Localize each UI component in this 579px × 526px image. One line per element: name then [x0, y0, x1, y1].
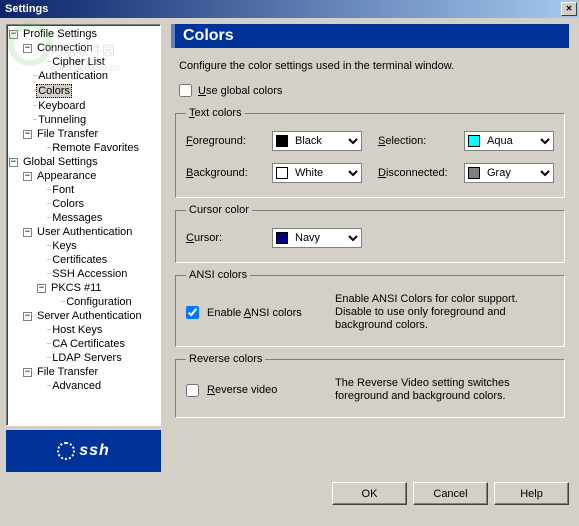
enable-ansi-checkbox[interactable] — [186, 306, 199, 319]
selection-select[interactable]: Aqua — [464, 131, 554, 151]
disconnected-select[interactable]: Gray — [464, 163, 554, 183]
background-label: Background: — [186, 167, 264, 179]
reverse-video-checkbox[interactable] — [186, 384, 199, 397]
collapse-icon[interactable]: − — [23, 312, 32, 321]
collapse-icon[interactable]: − — [23, 130, 32, 139]
tree-profile-settings[interactable]: Profile Settings — [21, 28, 99, 40]
logo-ring-icon — [57, 442, 75, 460]
tree-pkcs11[interactable]: PKCS #11 — [49, 282, 104, 294]
text-colors-group: Text colors Foreground: Black Selection:… — [175, 107, 565, 198]
enable-ansi-label[interactable]: Enable ANSI colors — [207, 307, 327, 319]
tree-file-transfer-global[interactable]: File Transfer — [35, 366, 100, 378]
cancel-button[interactable]: Cancel — [413, 482, 488, 505]
tree-host-keys[interactable]: Host Keys — [50, 324, 104, 336]
tree-ssh-accession[interactable]: SSH Accession — [50, 268, 129, 280]
reverse-hint: The Reverse Video setting switches foreg… — [335, 377, 554, 403]
tree-remote-favorites[interactable]: Remote Favorites — [50, 142, 141, 154]
button-bar: OK Cancel Help — [0, 478, 579, 505]
tree-keyboard[interactable]: Keyboard — [36, 100, 87, 112]
ansi-colors-legend: ANSI colors — [186, 269, 250, 281]
tree-file-transfer[interactable]: File Transfer — [35, 128, 100, 140]
close-button[interactable]: ✕ — [561, 2, 577, 16]
reverse-video-label[interactable]: Reverse video — [207, 384, 327, 396]
window-title: Settings — [2, 3, 561, 15]
tree-keys[interactable]: Keys — [50, 240, 78, 252]
text-colors-legend: Text colors — [186, 107, 245, 119]
tree-user-auth[interactable]: User Authentication — [35, 226, 134, 238]
ok-button[interactable]: OK — [332, 482, 407, 505]
selection-label: Selection: — [378, 135, 456, 147]
collapse-icon[interactable]: − — [37, 284, 46, 293]
collapse-icon[interactable]: − — [23, 44, 32, 53]
reverse-colors-group: Reverse colors Reverse video The Reverse… — [175, 353, 565, 418]
tree-ldap-servers[interactable]: LDAP Servers — [50, 352, 124, 364]
collapse-icon[interactable]: − — [23, 368, 32, 377]
tree-colors[interactable]: Colors — [36, 84, 72, 98]
foreground-label: Foreground: — [186, 135, 264, 147]
ansi-hint: Enable ANSI Colors for color support. Di… — [335, 293, 554, 332]
page-title: Colors — [171, 24, 569, 48]
help-button[interactable]: Help — [494, 482, 569, 505]
tree-font[interactable]: Font — [50, 184, 76, 196]
tree-appearance[interactable]: Appearance — [35, 170, 98, 182]
collapse-icon[interactable]: − — [9, 158, 18, 167]
tree-cipher-list[interactable]: Cipher List — [50, 56, 107, 68]
tree-tunneling[interactable]: Tunneling — [36, 114, 88, 126]
tree-global-settings[interactable]: Global Settings — [21, 156, 100, 168]
cursor-select[interactable]: Navy — [272, 228, 362, 248]
collapse-icon[interactable]: − — [23, 228, 32, 237]
tree-ca-certificates[interactable]: CA Certificates — [50, 338, 127, 350]
ansi-colors-group: ANSI colors Enable ANSI colors Enable AN… — [175, 269, 565, 347]
tree-messages[interactable]: Messages — [50, 212, 104, 224]
tree-connection[interactable]: Connection — [35, 42, 95, 54]
cursor-label: Cursor: — [186, 232, 264, 244]
tree-server-auth[interactable]: Server Authentication — [35, 310, 144, 322]
tree-configuration[interactable]: Configuration — [64, 296, 133, 308]
collapse-icon[interactable]: − — [9, 30, 18, 39]
settings-tree[interactable]: −Profile Settings −Connection ┈Cipher Li… — [6, 24, 161, 426]
tree-colors-global[interactable]: Colors — [50, 198, 86, 210]
cursor-color-legend: Cursor color — [186, 204, 252, 216]
page-description: Configure the color settings used in the… — [171, 56, 569, 80]
tree-authentication[interactable]: Authentication — [36, 70, 110, 82]
use-global-colors-checkbox[interactable] — [179, 84, 192, 97]
background-select[interactable]: White — [272, 163, 362, 183]
titlebar: Settings ✕ — [0, 0, 579, 18]
disconnected-label: Disconnected: — [378, 167, 456, 179]
tree-advanced[interactable]: Advanced — [50, 380, 103, 392]
reverse-colors-legend: Reverse colors — [186, 353, 265, 365]
tree-certificates[interactable]: Certificates — [50, 254, 109, 266]
collapse-icon[interactable]: − — [23, 172, 32, 181]
ssh-logo: ssh — [6, 430, 161, 472]
foreground-select[interactable]: Black — [272, 131, 362, 151]
cursor-color-group: Cursor color Cursor: Navy — [175, 204, 565, 263]
use-global-colors-label[interactable]: Use global colors — [198, 85, 282, 97]
